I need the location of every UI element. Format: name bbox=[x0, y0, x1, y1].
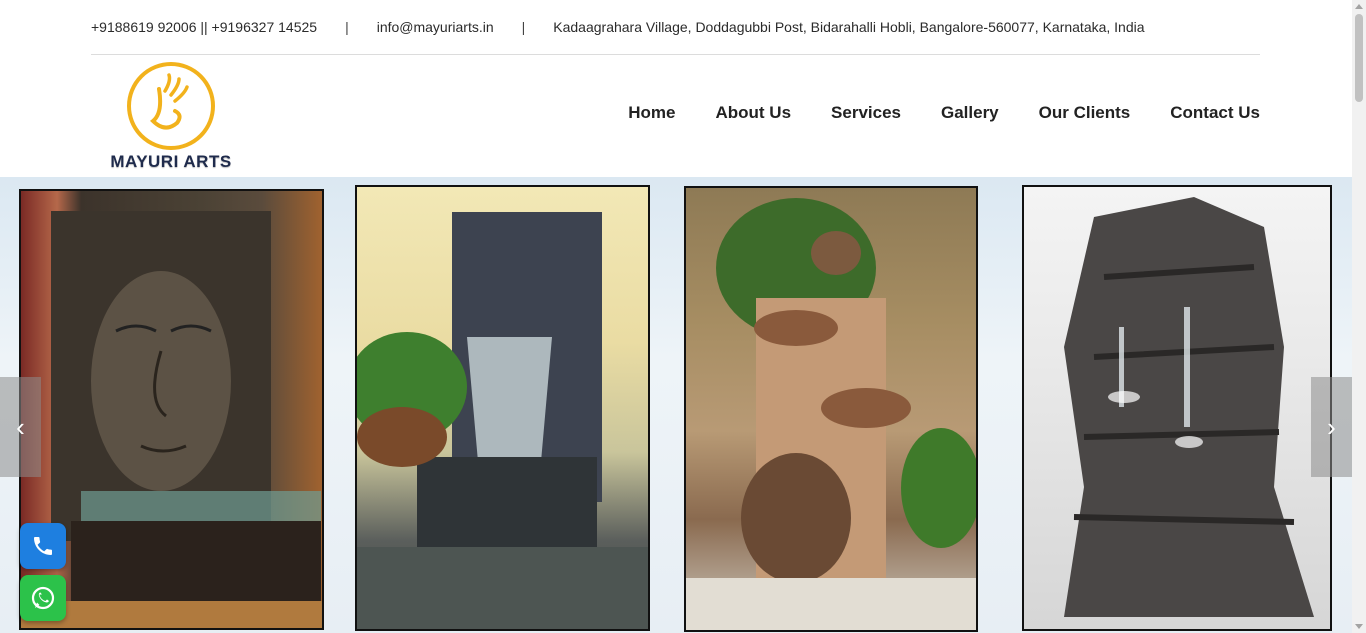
nav-gallery[interactable]: Gallery bbox=[941, 103, 999, 123]
phone-icon bbox=[34, 537, 52, 555]
whatsapp-button[interactable] bbox=[20, 575, 66, 621]
top-contact-bar: +9188619 92006 || +9196327 14525 | info@… bbox=[91, 0, 1260, 55]
call-button[interactable] bbox=[20, 523, 66, 569]
chevron-right-icon: › bbox=[1327, 411, 1336, 442]
site-header: MAYURI ARTS Home About Us Services Galle… bbox=[0, 55, 1352, 177]
logo-text: MAYURI ARTS bbox=[110, 152, 232, 171]
scroll-up-icon[interactable] bbox=[1355, 4, 1363, 9]
nav-home[interactable]: Home bbox=[628, 103, 675, 123]
whatsapp-icon bbox=[31, 586, 55, 610]
nav-services[interactable]: Services bbox=[831, 103, 901, 123]
image-carousel: ‹ › bbox=[0, 177, 1352, 633]
email-link[interactable]: info@mayuriarts.in bbox=[377, 19, 494, 35]
logo-emblem-icon bbox=[127, 62, 215, 150]
scrollbar-thumb[interactable] bbox=[1355, 14, 1363, 102]
separator: | bbox=[521, 19, 526, 35]
slate-waterfall-image bbox=[357, 212, 648, 629]
slide-rock-tier-fountain[interactable] bbox=[1022, 185, 1332, 631]
nav-our-clients[interactable]: Our Clients bbox=[1039, 103, 1131, 123]
scroll-down-icon[interactable] bbox=[1355, 624, 1363, 629]
rock-fountain-image bbox=[1064, 197, 1314, 617]
carousel-next-button[interactable]: › bbox=[1311, 377, 1352, 477]
buddha-fountain-image bbox=[21, 211, 322, 628]
address-text: Kadaagrahara Village, Doddagubbi Post, B… bbox=[553, 19, 1145, 35]
phone-numbers[interactable]: +9188619 92006 || +9196327 14525 bbox=[91, 19, 317, 35]
carousel-prev-button[interactable]: ‹ bbox=[0, 377, 41, 477]
nav-about-us[interactable]: About Us bbox=[715, 103, 791, 123]
page-scrollbar[interactable] bbox=[1352, 0, 1366, 633]
main-nav: Home About Us Services Gallery Our Clien… bbox=[628, 103, 1260, 123]
slide-clay-pot-cascade-fountain[interactable] bbox=[684, 186, 978, 632]
separator: | bbox=[345, 19, 349, 35]
chevron-left-icon: ‹ bbox=[16, 411, 25, 442]
nav-contact-us[interactable]: Contact Us bbox=[1170, 103, 1260, 123]
slide-slate-wall-waterfall[interactable] bbox=[355, 185, 650, 631]
clay-pot-fountain-image bbox=[686, 198, 976, 630]
logo[interactable]: MAYURI ARTS bbox=[108, 61, 234, 173]
